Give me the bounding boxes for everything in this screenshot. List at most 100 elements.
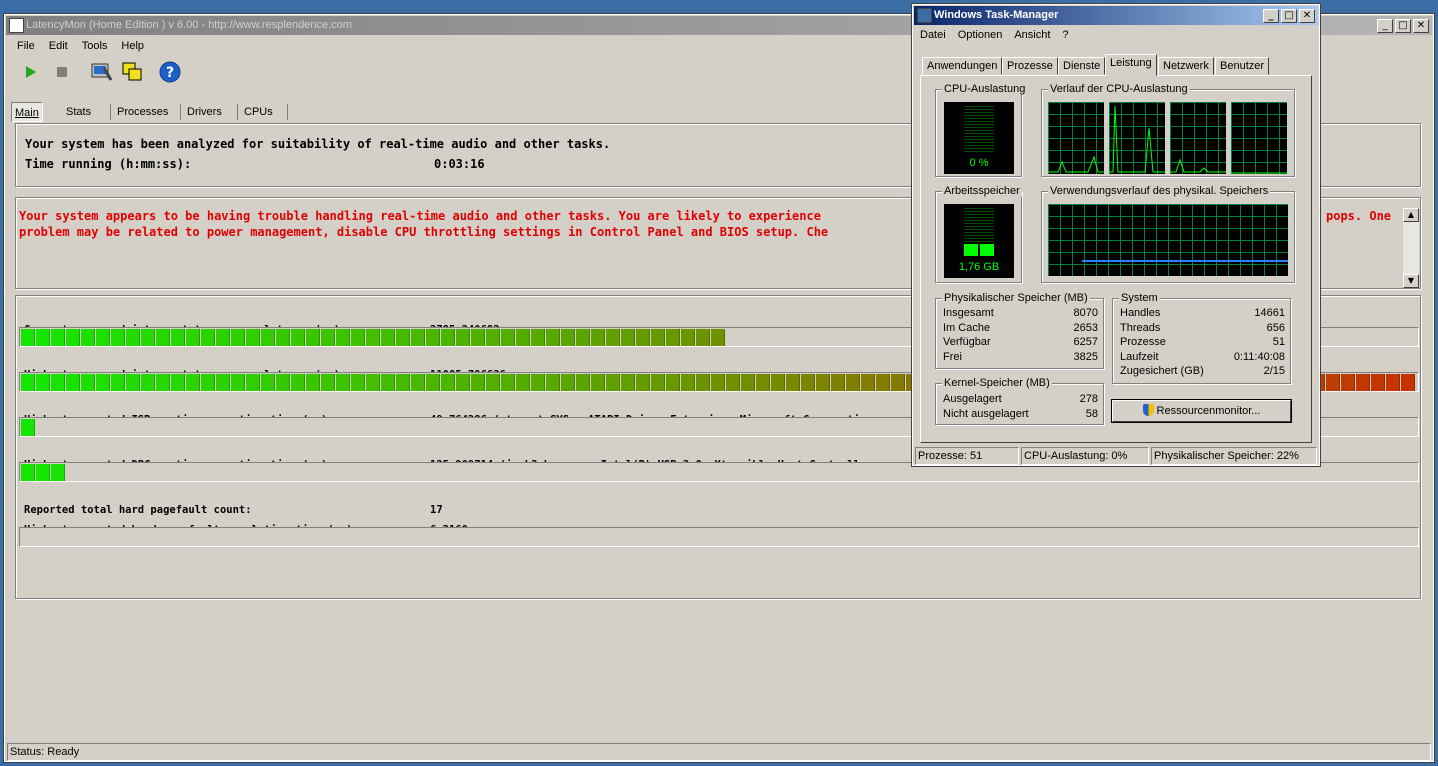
- tab-netzwerk[interactable]: Netzwerk: [1158, 57, 1214, 75]
- cpu-usage-meter: 0 %: [944, 102, 1014, 174]
- close-button[interactable]: ✕: [1299, 9, 1315, 23]
- scroll-down-icon[interactable]: ▼: [1403, 274, 1419, 288]
- menu-edit[interactable]: Edit: [47, 40, 70, 52]
- minimize-button[interactable]: _: [1263, 9, 1279, 23]
- meter-segment: [606, 374, 620, 391]
- meter-segment: [96, 374, 110, 391]
- meter-segment: [486, 374, 500, 391]
- system-label: System: [1119, 292, 1160, 304]
- meter-segment: [336, 329, 350, 346]
- menu-help[interactable]: Help: [119, 40, 146, 52]
- taskmgr-title: Windows Task-Manager: [934, 9, 1059, 21]
- phys-key: Insgesamt: [943, 307, 994, 319]
- meter-segment: [396, 374, 410, 391]
- taskmgr-titlebar[interactable]: Windows Task-Manager _ □ ✕: [914, 6, 1318, 25]
- windows-icon[interactable]: [121, 61, 143, 83]
- meter-segment: [366, 374, 380, 391]
- tab-dienste[interactable]: Dienste: [1058, 57, 1106, 75]
- tab-processes[interactable]: Processes: [117, 102, 168, 122]
- meter-segment: [1326, 374, 1340, 391]
- phys-value: 8070: [1073, 307, 1098, 319]
- meter-segment: [381, 329, 395, 346]
- tab-prozesse[interactable]: Prozesse: [1002, 57, 1058, 75]
- menu-tools[interactable]: Tools: [80, 40, 110, 52]
- meter-segment: [246, 374, 260, 391]
- meter-segment: [711, 374, 725, 391]
- meter-segment: [216, 374, 230, 391]
- meter-segment: [606, 329, 620, 346]
- meter-segment: [276, 329, 290, 346]
- system-value: 0:11:40:08: [1233, 351, 1285, 363]
- latencymon-statusbar: Status: Ready: [7, 743, 1431, 761]
- meter-segment: [861, 374, 875, 391]
- meter-segment: [21, 464, 35, 481]
- close-button[interactable]: ✕: [1413, 19, 1429, 33]
- taskmgr-status-processes: Prozesse: 51: [915, 447, 1019, 465]
- meter-segment: [156, 374, 170, 391]
- meter-segment: [816, 374, 830, 391]
- tab-benutzer[interactable]: Benutzer: [1215, 57, 1270, 75]
- tab-cpus[interactable]: CPUs: [244, 102, 273, 122]
- meter-segment: [441, 374, 455, 391]
- meter-segment: [336, 374, 350, 391]
- analyze-icon[interactable]: [89, 60, 113, 82]
- meter-segment: [486, 329, 500, 346]
- stop-icon[interactable]: [51, 61, 73, 83]
- meter-segment: [621, 329, 635, 346]
- menu-file[interactable]: File: [15, 40, 37, 52]
- tab-separators: [237, 104, 238, 120]
- meter-segment: [636, 329, 650, 346]
- cpu-history-graph-1: [1048, 102, 1104, 174]
- minimize-button[interactable]: _: [1377, 19, 1393, 33]
- meter-segment: [231, 329, 245, 346]
- meter-segment: [786, 374, 800, 391]
- meter-segment: [51, 329, 65, 346]
- system-key: Zugesichert (GB): [1120, 365, 1204, 377]
- tab-anwendungen[interactable]: Anwendungen: [922, 57, 1003, 75]
- meter-segment: [546, 329, 560, 346]
- warning-scrollbar[interactable]: ▲ ▼: [1403, 208, 1419, 288]
- resource-monitor-button[interactable]: Ressourcenmonitor...: [1111, 399, 1292, 423]
- taskmgr-app-icon: [917, 8, 932, 23]
- menu-optionen[interactable]: Optionen: [956, 29, 1005, 41]
- cpu-history-graph-4: [1231, 102, 1287, 174]
- meter-segment: [396, 329, 410, 346]
- meter-segment: [516, 374, 530, 391]
- menu-datei[interactable]: Datei: [918, 29, 948, 41]
- start-icon[interactable]: [19, 61, 41, 83]
- help-icon[interactable]: ?: [159, 61, 181, 83]
- menu-ansicht[interactable]: Ansicht: [1012, 29, 1052, 41]
- cpu-history-group: Verlauf der CPU-Auslastung: [1041, 83, 1295, 177]
- meter-segment: [651, 329, 665, 346]
- maximize-button[interactable]: □: [1281, 9, 1297, 23]
- meter-segment: [1341, 374, 1355, 391]
- latencymon-menubar: File Edit Tools Help: [15, 40, 146, 52]
- phys-key: Verfügbar: [943, 336, 991, 348]
- tab-leistung[interactable]: Leistung: [1105, 54, 1157, 76]
- meter-segment: [381, 374, 395, 391]
- phys-value: 2653: [1073, 322, 1098, 334]
- meter-segment: [156, 329, 170, 346]
- tab-main[interactable]: Main: [11, 102, 43, 122]
- tab-drivers[interactable]: Drivers: [187, 102, 222, 122]
- system-value: 656: [1266, 322, 1285, 334]
- meter-segment: [261, 329, 275, 346]
- meter-segment: [561, 329, 575, 346]
- resource-monitor-label: Ressourcenmonitor...: [1156, 405, 1261, 417]
- scroll-up-icon[interactable]: ▲: [1403, 208, 1419, 222]
- phys-key: Im Cache: [943, 322, 991, 334]
- maximize-button[interactable]: □: [1395, 19, 1411, 33]
- menu-help[interactable]: ?: [1060, 29, 1070, 41]
- meter-segment: [21, 419, 35, 436]
- meter-segment: [471, 374, 485, 391]
- meter-segment: [96, 329, 110, 346]
- meter-segment: [891, 374, 905, 391]
- meter-segment: [351, 374, 365, 391]
- memory-bars-used: [964, 244, 994, 256]
- meter-segment: [141, 329, 155, 346]
- meter-segment: [1371, 374, 1385, 391]
- system-key: Threads: [1120, 322, 1161, 334]
- meter-segment: [36, 329, 50, 346]
- meter-segment: [561, 374, 575, 391]
- tab-stats[interactable]: Stats: [66, 102, 91, 122]
